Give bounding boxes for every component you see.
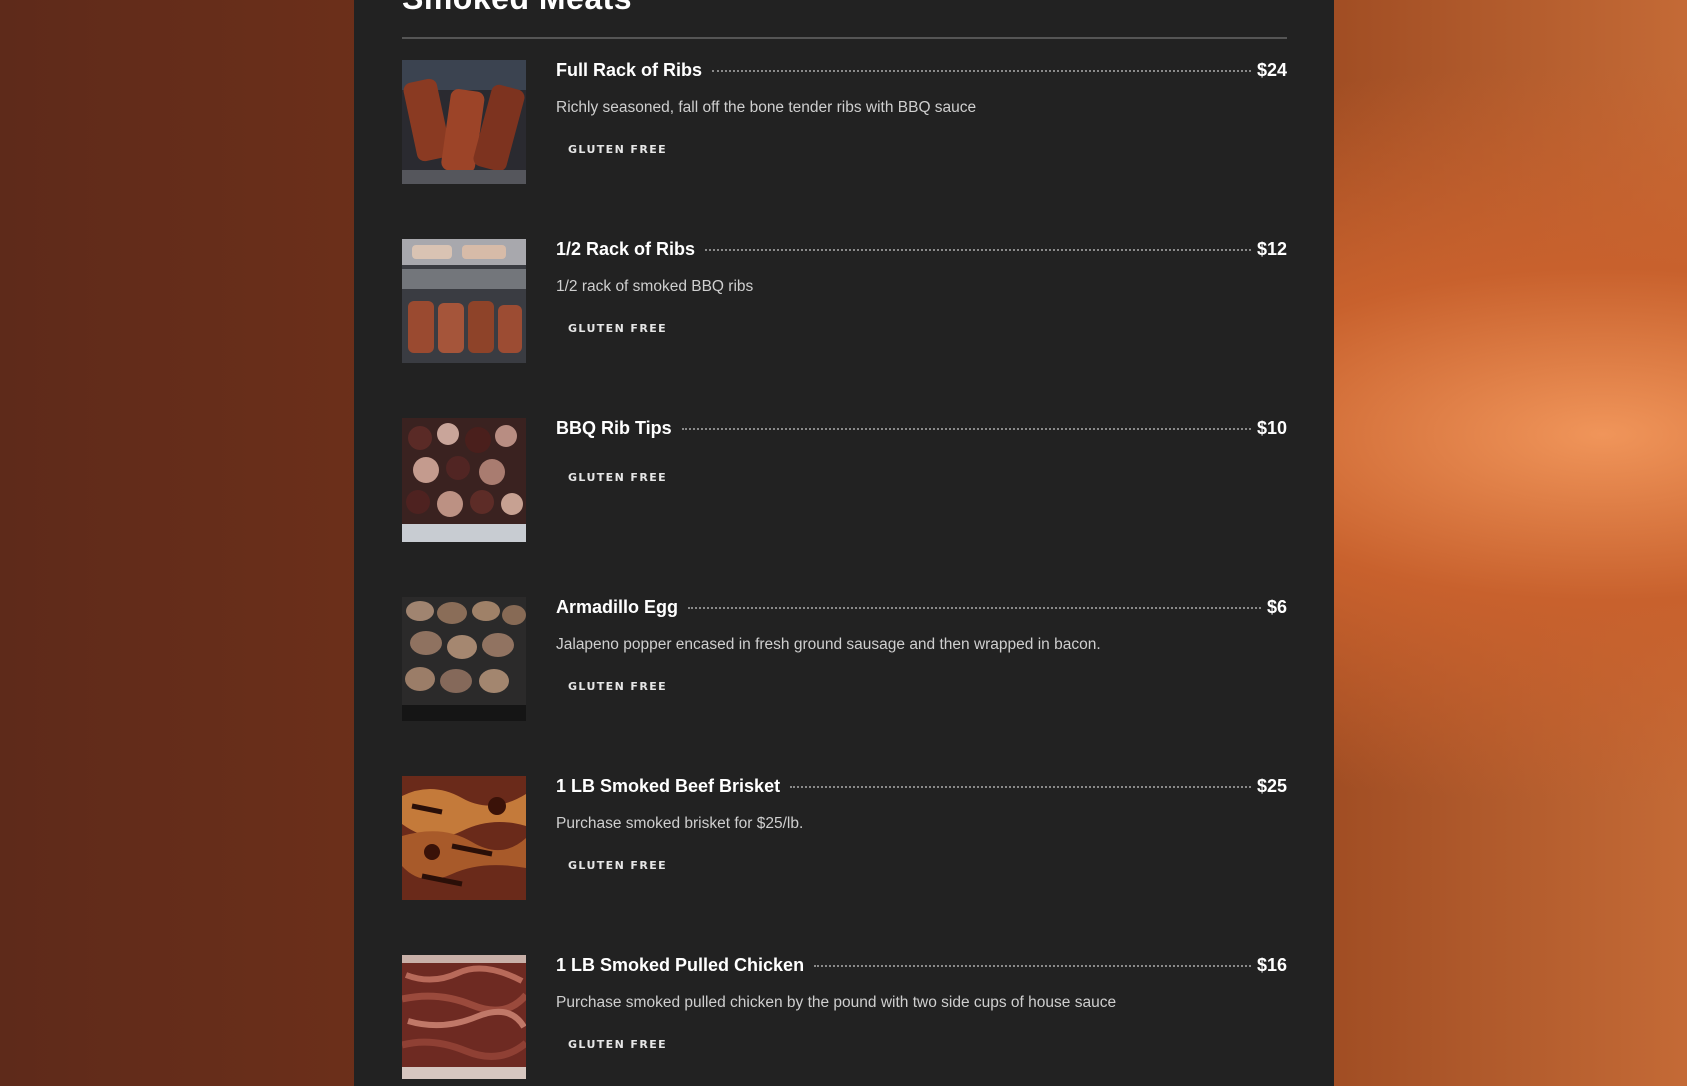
menu-item[interactable]: Full Rack of Ribs $24 Richly seasoned, f… (402, 60, 1287, 184)
dot-leader (681, 428, 1251, 430)
menu-item[interactable]: BBQ Rib Tips $10 GLUTEN FREE (402, 418, 1287, 542)
dietary-tag: GLUTEN FREE (568, 322, 668, 335)
section-divider (402, 37, 1287, 39)
dietary-tag: GLUTEN FREE (568, 143, 668, 156)
item-photo-half-ribs (402, 239, 526, 363)
item-photo-pulled-chicken (402, 955, 526, 1079)
dot-leader (688, 607, 1261, 609)
item-name: Full Rack of Ribs (556, 60, 703, 80)
menu-item[interactable]: 1/2 Rack of Ribs $12 1/2 rack of smoked … (402, 239, 1287, 363)
dot-leader (712, 70, 1251, 72)
item-photo-armadillo-egg (402, 597, 526, 721)
item-price: $6 (1266, 597, 1287, 617)
dot-leader (814, 965, 1251, 967)
item-name: BBQ Rib Tips (556, 418, 672, 438)
item-price: $10 (1256, 418, 1287, 438)
dietary-tag: GLUTEN FREE (568, 859, 668, 872)
menu-panel: Smoked Meats Full Rack of Ribs $24 Richl… (354, 0, 1334, 1086)
item-photo-brisket (402, 776, 526, 900)
item-photo-rib-tips (402, 418, 526, 542)
item-price: $24 (1256, 60, 1287, 80)
menu-item[interactable]: 1 LB Smoked Pulled Chicken $16 Purchase … (402, 955, 1287, 1079)
menu-item[interactable]: Armadillo Egg $6 Jalapeno popper encased… (402, 597, 1287, 721)
item-description: Purchase smoked pulled chicken by the po… (556, 994, 1117, 1011)
item-description: Richly seasoned, fall off the bone tende… (556, 99, 977, 116)
item-name: 1/2 Rack of Ribs (556, 239, 696, 259)
item-price: $25 (1256, 776, 1287, 796)
dietary-tag: GLUTEN FREE (568, 1038, 668, 1051)
item-name: Armadillo Egg (556, 597, 679, 617)
menu-item[interactable]: 1 LB Smoked Beef Brisket $25 Purchase sm… (402, 776, 1287, 900)
dot-leader (705, 249, 1251, 251)
item-price: $12 (1256, 239, 1287, 259)
item-description: Purchase smoked brisket for $25/lb. (556, 815, 804, 832)
dietary-tag: GLUTEN FREE (568, 471, 668, 484)
item-name: 1 LB Smoked Pulled Chicken (556, 955, 805, 975)
item-name: 1 LB Smoked Beef Brisket (556, 776, 781, 796)
section-title: Smoked Meats (402, 0, 632, 14)
item-price: $16 (1256, 955, 1287, 975)
dietary-tag: GLUTEN FREE (568, 680, 668, 693)
dot-leader (790, 786, 1251, 788)
item-photo-ribs (402, 60, 526, 184)
item-description: Jalapeno popper encased in fresh ground … (556, 636, 1101, 653)
item-description: 1/2 rack of smoked BBQ ribs (556, 278, 754, 295)
